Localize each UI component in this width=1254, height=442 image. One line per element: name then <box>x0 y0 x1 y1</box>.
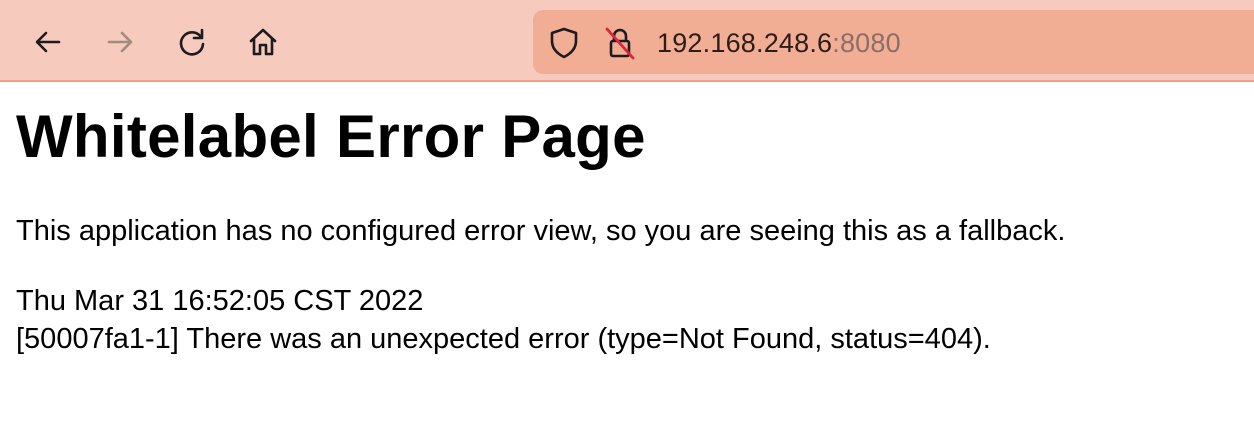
back-button[interactable] <box>28 22 68 62</box>
url-port: :8080 <box>832 28 901 58</box>
arrow-right-icon <box>103 25 137 59</box>
reload-button[interactable] <box>172 22 212 62</box>
browser-toolbar: 192.168.248.6:8080 <box>0 0 1254 82</box>
reload-icon <box>175 25 209 59</box>
error-message: [50007fa1-1] There was an unexpected err… <box>16 323 991 355</box>
page-content: Whitelabel Error Page This application h… <box>0 82 1254 358</box>
error-timestamp: Thu Mar 31 16:52:05 CST 2022 <box>16 285 424 317</box>
arrow-left-icon <box>31 25 65 59</box>
home-icon <box>246 25 280 59</box>
page-title: Whitelabel Error Page <box>16 103 646 170</box>
error-details: Thu Mar 31 16:52:05 CST 2022 [50007fa1-1… <box>16 282 1238 358</box>
shield-icon[interactable] <box>547 26 581 60</box>
url-host: 192.168.248.6 <box>657 28 833 58</box>
url-text[interactable]: 192.168.248.6:8080 <box>657 27 901 59</box>
forward-button[interactable] <box>100 22 140 62</box>
home-button[interactable] <box>243 22 283 62</box>
fallback-description: This application has no configured error… <box>16 215 1066 247</box>
insecure-lock-icon[interactable] <box>603 26 637 60</box>
address-bar[interactable]: 192.168.248.6:8080 <box>533 10 1254 74</box>
